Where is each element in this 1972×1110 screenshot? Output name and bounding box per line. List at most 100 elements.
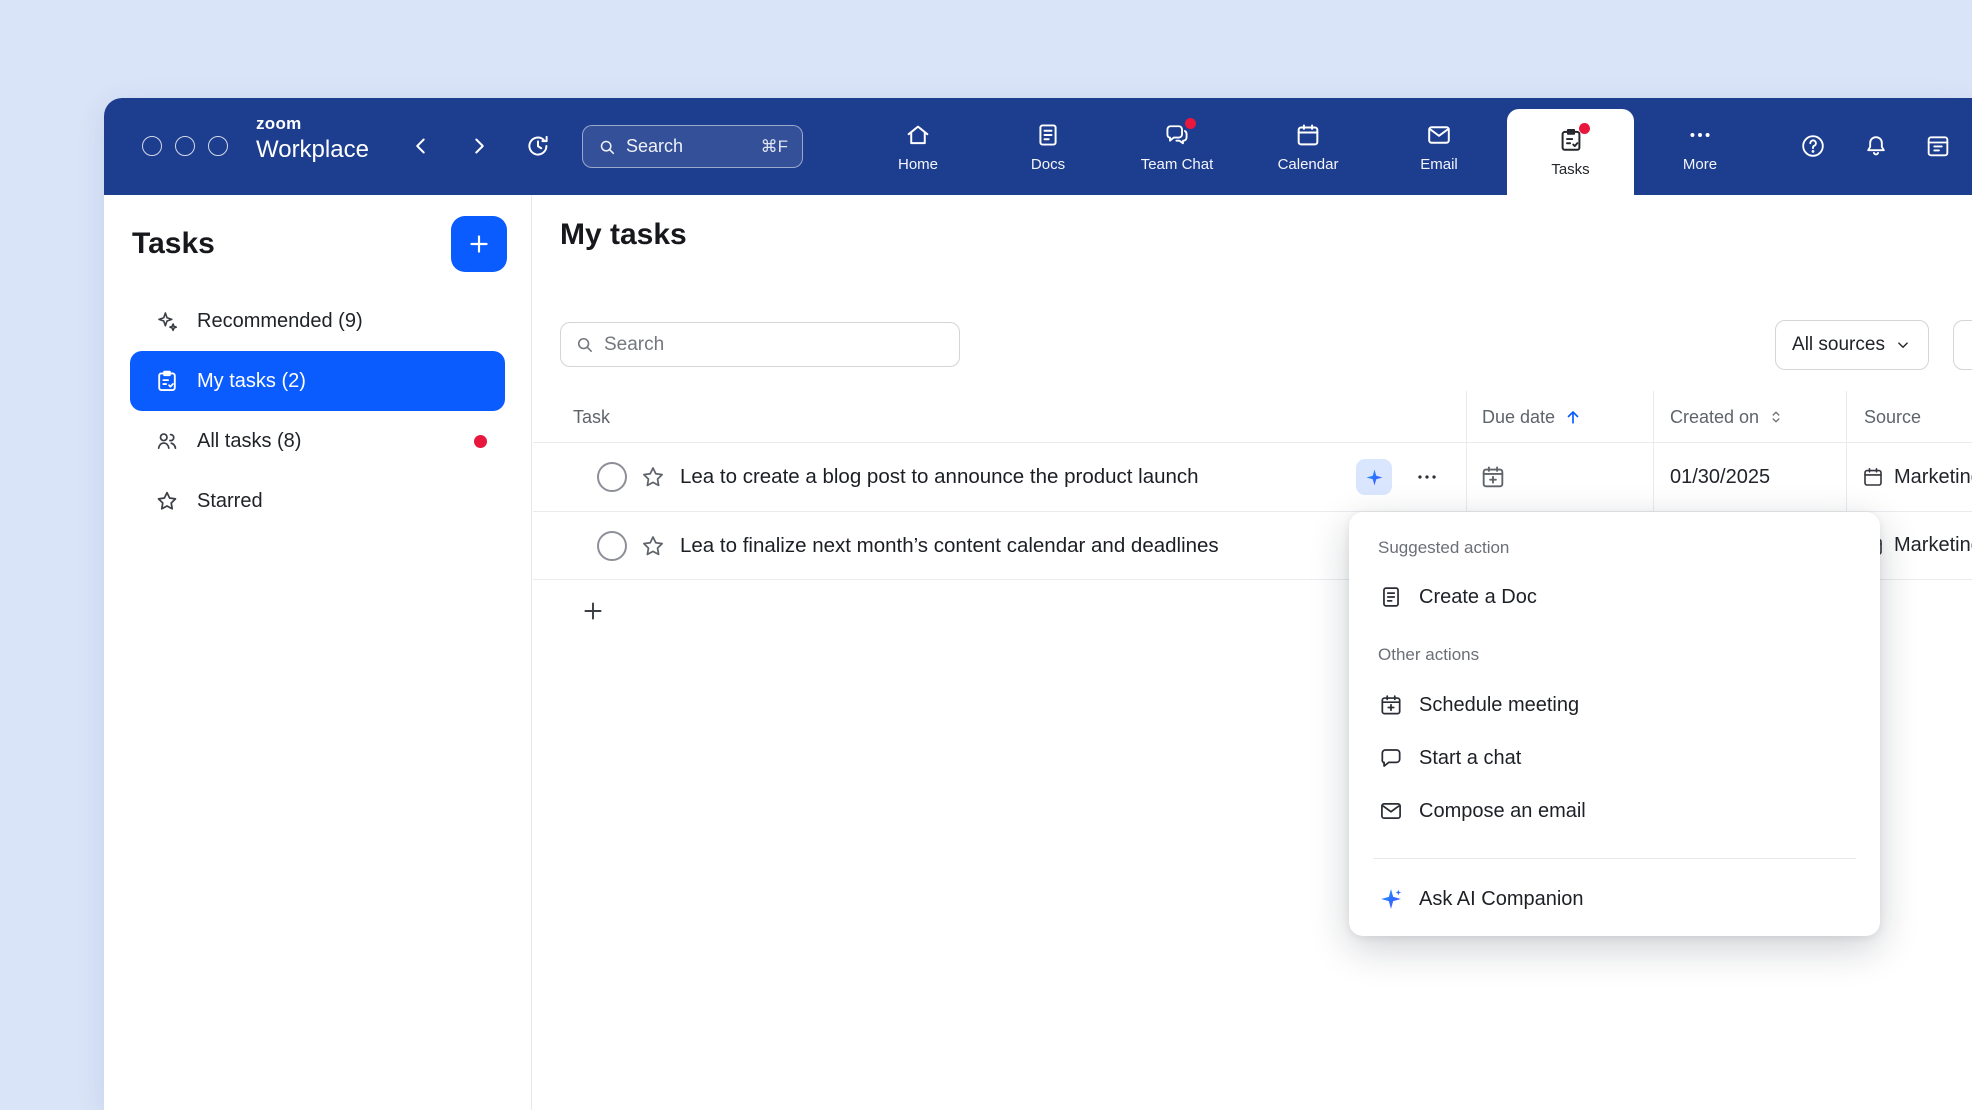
ai-sparkle-icon (1364, 467, 1385, 488)
tasks-icon (1557, 126, 1585, 154)
email-icon (1378, 798, 1404, 824)
calendar-plus-icon (1378, 692, 1404, 718)
more-icon (1686, 121, 1714, 149)
column-source[interactable]: Source (1864, 391, 1921, 443)
source-label: Marketing (1894, 466, 1972, 489)
history-icon (524, 132, 552, 160)
task-search-input[interactable] (604, 334, 946, 356)
top-bar: zoom Workplace Search ⌘F (104, 98, 1972, 195)
email-icon (1425, 121, 1453, 149)
menu-item-label: Schedule meeting (1419, 694, 1579, 717)
calendar-icon (1294, 121, 1322, 149)
filter-button-partial[interactable] (1953, 320, 1972, 370)
sidebar-item-label: My tasks (2) (197, 370, 306, 393)
source-label: Marketing (1894, 534, 1972, 557)
add-task-button[interactable] (578, 596, 608, 626)
task-row[interactable]: Lea to create a blog post to announce th… (533, 443, 1972, 512)
sidebar-item-my-tasks[interactable]: My tasks (2) (130, 351, 505, 411)
tab-tasks-label: Tasks (1551, 161, 1589, 178)
source-cell: Marketing (1861, 443, 1972, 511)
notifications-button[interactable] (1856, 126, 1896, 166)
task-title: Lea to finalize next month’s content cal… (680, 512, 1219, 579)
tab-team-chat[interactable]: Team Chat (1118, 98, 1236, 195)
page-title: My tasks (560, 218, 687, 252)
header-search[interactable]: Search ⌘F (582, 125, 803, 168)
sort-ascending-icon (1563, 407, 1583, 427)
task-checkbox[interactable] (597, 512, 627, 579)
team-chat-icon (1163, 121, 1191, 149)
tab-docs[interactable]: Docs (989, 98, 1107, 195)
calendar-plus-icon (1479, 463, 1507, 491)
plus-icon (580, 598, 606, 624)
people-icon (154, 428, 180, 454)
new-task-button[interactable] (451, 216, 507, 272)
menu-item-label: Create a Doc (1419, 586, 1537, 609)
tab-home-label: Home (898, 156, 938, 173)
menu-item-label: Start a chat (1419, 747, 1521, 770)
tab-email[interactable]: Email (1380, 98, 1498, 195)
back-button[interactable] (401, 126, 441, 166)
window-control-dot[interactable] (175, 136, 195, 156)
column-due-date[interactable]: Due date (1482, 391, 1583, 443)
row-more-button[interactable] (1410, 460, 1444, 494)
due-date-add-button[interactable] (1479, 443, 1507, 511)
bell-icon (1862, 132, 1890, 160)
task-search[interactable] (560, 322, 960, 367)
sources-filter-dropdown[interactable]: All sources (1775, 320, 1929, 370)
history-button[interactable] (518, 126, 558, 166)
chevron-down-icon (1894, 336, 1912, 354)
window-control-dot[interactable] (208, 136, 228, 156)
chat-icon (1378, 745, 1404, 771)
sidebar-nav: Recommended (9) My tasks (2) All ta (130, 291, 505, 531)
sources-filter-label: All sources (1792, 334, 1885, 356)
tab-more-label: More (1683, 156, 1717, 173)
menu-item-ask-ai-companion[interactable]: Ask AI Companion (1366, 876, 1863, 922)
star-icon (154, 488, 180, 514)
window-control-dot[interactable] (142, 136, 162, 156)
tab-calendar[interactable]: Calendar (1249, 98, 1367, 195)
menu-divider (1373, 858, 1856, 859)
menu-item-label: Ask AI Companion (1419, 888, 1584, 911)
app-window: zoom Workplace Search ⌘F (104, 98, 1972, 1110)
sidebar-item-starred[interactable]: Starred (130, 471, 505, 531)
ai-companion-button[interactable] (1356, 459, 1392, 495)
sidebar: Tasks Recommended (9) (104, 195, 532, 1110)
menu-section-label: Other actions (1378, 645, 1479, 665)
help-button[interactable] (1793, 126, 1833, 166)
tab-team-chat-label: Team Chat (1141, 156, 1214, 173)
plus-icon (466, 231, 492, 257)
search-icon (597, 137, 617, 157)
menu-item-compose-email[interactable]: Compose an email (1366, 788, 1863, 834)
tab-home[interactable]: Home (859, 98, 977, 195)
star-icon[interactable] (639, 512, 667, 579)
sidebar-item-recommended[interactable]: Recommended (9) (130, 291, 505, 351)
sidebar-title: Tasks (132, 227, 215, 261)
team-chat-notification-dot (1185, 118, 1196, 129)
ai-sparkle-icon (1378, 886, 1404, 912)
logo-workplace: Workplace (256, 134, 369, 165)
tab-tasks[interactable]: Tasks (1507, 109, 1634, 195)
row-more-wrap (1410, 443, 1444, 511)
help-icon (1799, 132, 1827, 160)
created-on-cell: 01/30/2025 (1670, 443, 1770, 511)
column-created-on[interactable]: Created on (1670, 391, 1785, 443)
menu-section-label: Suggested action (1378, 538, 1509, 558)
header-search-shortcut: ⌘F (761, 137, 788, 157)
star-icon[interactable] (639, 443, 667, 511)
clipboard-check-icon (154, 368, 180, 394)
forward-button[interactable] (459, 126, 499, 166)
menu-item-create-doc[interactable]: Create a Doc (1366, 574, 1863, 620)
home-icon (904, 121, 932, 149)
tab-calendar-label: Calendar (1278, 156, 1339, 173)
menu-item-start-chat[interactable]: Start a chat (1366, 735, 1863, 781)
tab-more[interactable]: More (1641, 98, 1759, 195)
sidebar-item-all-tasks[interactable]: All tasks (8) (130, 411, 505, 471)
tasks-notification-dot (1579, 123, 1590, 134)
task-checkbox[interactable] (597, 443, 627, 511)
ai-companion-button-wrap (1356, 443, 1392, 511)
doc-icon (1378, 584, 1404, 610)
suggested-actions-menu: Suggested action Create a Doc Other acti… (1349, 512, 1880, 936)
schedule-button[interactable] (1918, 126, 1958, 166)
column-task[interactable]: Task (573, 391, 610, 443)
menu-item-schedule-meeting[interactable]: Schedule meeting (1366, 682, 1863, 728)
